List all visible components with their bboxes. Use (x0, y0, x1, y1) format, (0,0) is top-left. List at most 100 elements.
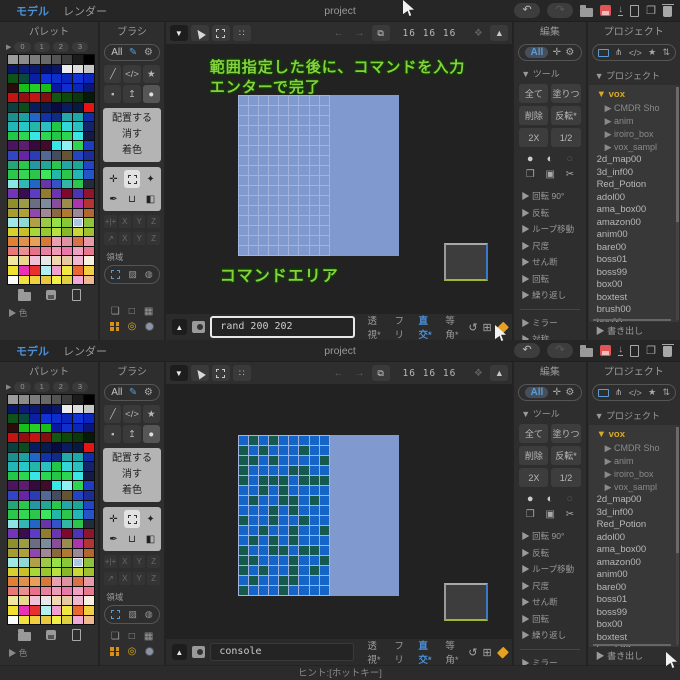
voxel-cell[interactable] (279, 576, 288, 585)
code-icon[interactable]: </> (629, 48, 642, 58)
project-file-item[interactable]: adol00 (597, 532, 679, 545)
view-mode-active[interactable]: 直交* (418, 638, 436, 666)
voxel-cell[interactable] (269, 496, 278, 505)
voxel-cell[interactable] (269, 216, 278, 225)
voxel-cell[interactable] (299, 526, 308, 535)
palette-swatch[interactable] (73, 65, 83, 74)
voxel-cell[interactable] (259, 526, 268, 535)
palette-swatch[interactable] (8, 74, 18, 83)
palette-swatch[interactable] (8, 453, 18, 462)
history-forward-icon[interactable]: → (351, 25, 369, 41)
palette-swatch[interactable] (19, 558, 29, 567)
star-icon[interactable]: ★ (648, 47, 656, 58)
edit-tool-button[interactable]: 削除 (519, 446, 548, 465)
voxel-cell[interactable] (249, 246, 258, 255)
palette-swatch[interactable] (62, 481, 72, 490)
project-file-item[interactable]: anim00 (597, 569, 679, 582)
palette-swatch[interactable] (84, 247, 94, 256)
new-file-icon[interactable] (630, 5, 639, 17)
edit-move-icon[interactable]: ✛ (553, 387, 561, 398)
voxel-cell[interactable] (299, 226, 308, 235)
canvas-view[interactable]: 範囲指定した後に、コマンドを入力 エンターで完了 コマンドエリア (166, 44, 513, 314)
palette-swatch[interactable] (84, 141, 94, 150)
edit-section[interactable]: ▶ ループ移動 (514, 561, 585, 578)
voxel-cell[interactable] (269, 466, 278, 475)
palette-swatch[interactable] (41, 395, 51, 404)
voxel-cell[interactable] (259, 506, 268, 515)
voxel-cell[interactable] (289, 106, 298, 115)
voxel-cell[interactable] (239, 456, 248, 465)
palette-swatch[interactable] (73, 180, 83, 189)
palette-swatch[interactable] (30, 170, 40, 179)
tiles-icon[interactable] (110, 647, 119, 656)
edit-section[interactable]: ▶ 回転 (514, 611, 585, 628)
hierarchy-icon[interactable]: ⋔ (615, 47, 623, 58)
palette-swatch[interactable] (84, 65, 94, 74)
palette-swatch[interactable] (30, 577, 40, 586)
project-file-item[interactable]: bare00 (597, 582, 679, 595)
palette-swatch[interactable] (41, 462, 51, 471)
palette-swatch[interactable] (19, 189, 29, 198)
duplicate-icon[interactable]: ❐ (646, 4, 656, 18)
palette-swatch[interactable] (19, 122, 29, 131)
voxel-cell[interactable] (289, 476, 298, 485)
viewport-expand-button[interactable]: ▲ (490, 25, 508, 41)
palette-swatch[interactable] (73, 443, 83, 452)
palette-swatch[interactable] (41, 568, 51, 577)
palette-swatch[interactable] (41, 218, 51, 227)
palette-swatch[interactable] (30, 433, 40, 442)
palette-swatch[interactable] (52, 568, 62, 577)
voxel-cell[interactable] (249, 446, 258, 455)
project-file-item[interactable]: ama_box00 (597, 544, 679, 557)
face-tool-icon[interactable]: ↥ (123, 425, 140, 443)
palette-swatch[interactable] (41, 266, 51, 275)
voxel-cell[interactable] (299, 446, 308, 455)
voxel-cell[interactable] (310, 166, 319, 175)
voxel-cell[interactable] (239, 106, 248, 115)
palette-swatch[interactable] (19, 405, 29, 414)
palette-swatch[interactable] (62, 472, 72, 481)
palette-swatch[interactable] (30, 481, 40, 490)
marquee-tool-icon[interactable] (212, 25, 230, 41)
palette-swatch[interactable] (62, 132, 72, 141)
voxel-cell[interactable] (320, 446, 329, 455)
save-icon[interactable] (600, 5, 611, 16)
palette-swatch[interactable] (62, 443, 72, 452)
region-pattern-icon[interactable]: ▨ (128, 609, 137, 620)
camera-icon[interactable] (192, 321, 205, 333)
palette-swatch[interactable] (30, 453, 40, 462)
palette-swatch[interactable] (52, 616, 62, 625)
palette-swatch[interactable] (52, 199, 62, 208)
voxel-cell[interactable] (289, 466, 298, 475)
bucket-icon[interactable]: ◧ (142, 530, 159, 548)
voxel-cell[interactable] (320, 136, 329, 145)
palette-swatch[interactable] (73, 405, 83, 414)
mirror-icon[interactable]: +|+ (104, 555, 116, 568)
edit-tool-button[interactable]: 反転* (551, 446, 580, 465)
view-mode-option[interactable]: フリ (394, 638, 409, 666)
voxel-cell[interactable] (310, 216, 319, 225)
voxel-cell[interactable] (320, 246, 329, 255)
palette-swatch[interactable] (84, 199, 94, 208)
palette-swatch[interactable] (30, 462, 40, 471)
palette-swatch[interactable] (62, 616, 72, 625)
voxel-cell[interactable] (239, 236, 248, 245)
duplicate-icon[interactable]: ❐ (646, 344, 656, 358)
palette-swatch[interactable] (73, 161, 83, 170)
palette-swatch[interactable] (8, 170, 18, 179)
voxel-cell[interactable] (310, 556, 319, 565)
palette-swatch[interactable] (8, 93, 18, 102)
palette-swatch[interactable] (73, 237, 83, 246)
palette-swatch[interactable] (19, 113, 29, 122)
voxel-cell[interactable] (259, 436, 268, 445)
voxel-cell[interactable] (310, 206, 319, 215)
delete-icon[interactable]: ⊔ (124, 530, 141, 548)
axis-y-button[interactable]: Y (133, 572, 145, 585)
redo-button[interactable]: ↷ (547, 3, 573, 18)
voxel-cell[interactable] (249, 506, 258, 515)
palette-swatch[interactable] (52, 237, 62, 246)
voxel-cell[interactable] (259, 476, 268, 485)
palette-swatch[interactable] (8, 103, 18, 112)
voxel-cell[interactable] (239, 166, 248, 175)
voxel-cell[interactable] (279, 466, 288, 475)
